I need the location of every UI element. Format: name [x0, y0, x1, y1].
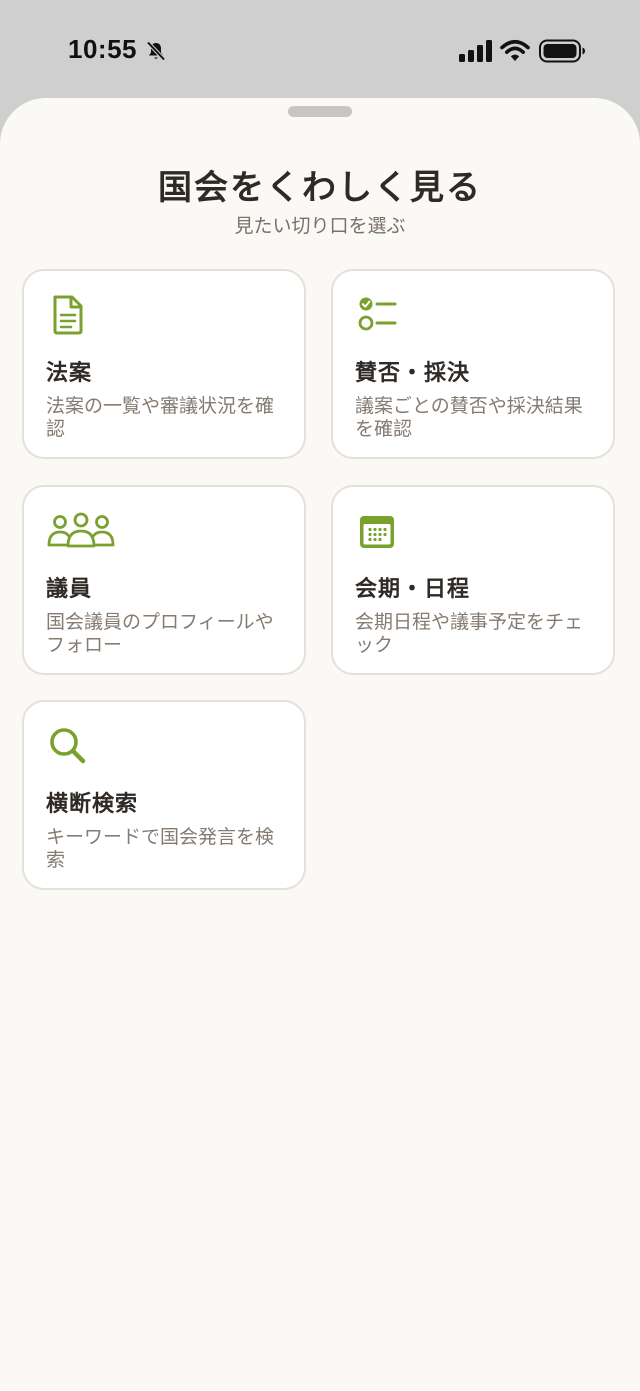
bell-slash-icon [146, 41, 166, 61]
card-title: 議員 [46, 577, 93, 602]
status-bar: 10:55 [0, 0, 640, 100]
wifi-icon [500, 39, 530, 61]
card-description: 国会議員のプロフィールやフォロー [46, 611, 274, 656]
card-members[interactable]: 議員 国会議員のプロフィールやフォロー [22, 485, 306, 675]
calendar-icon [360, 516, 394, 548]
card-description: 議案ごとの賛否や採決結果を確認 [355, 395, 583, 440]
card-title: 法案 [46, 361, 93, 386]
card-search[interactable]: 横断検索 キーワードで国会発言を検索 [22, 700, 306, 890]
card-title: 会期・日程 [355, 577, 471, 602]
sheet-subtitle: 見たい切り口を選ぶ [234, 215, 406, 237]
people-icon [47, 512, 115, 548]
card-schedule[interactable]: 会期・日程 会期日程や議事予定をチェック [331, 485, 615, 675]
document-icon [53, 295, 83, 335]
card-title: 横断検索 [46, 792, 139, 817]
battery-icon [539, 39, 585, 63]
card-votes[interactable]: 賛否・採決 議案ごとの賛否や採決結果を確認 [331, 269, 615, 459]
card-title: 賛否・採決 [355, 361, 471, 386]
card-description: 会期日程や議事予定をチェック [355, 611, 584, 656]
checklist-icon [358, 297, 397, 331]
sheet-title: 国会をくわしく見る [158, 168, 482, 208]
search-icon [50, 728, 86, 764]
sheet-grabber[interactable] [288, 106, 352, 117]
status-time: 10:55 [68, 34, 137, 64]
card-description: 法案の一覧や審議状況を確認 [46, 395, 275, 440]
card-description: キーワードで国会発言を検索 [46, 826, 275, 871]
bottom-sheet: 国会をくわしく見る 見たい切り口を選ぶ 法案 法案の一覧や審議状況を確認 賛否・… [0, 98, 640, 1391]
cellular-signal-icon [459, 40, 492, 62]
card-bills[interactable]: 法案 法案の一覧や審議状況を確認 [22, 269, 306, 459]
